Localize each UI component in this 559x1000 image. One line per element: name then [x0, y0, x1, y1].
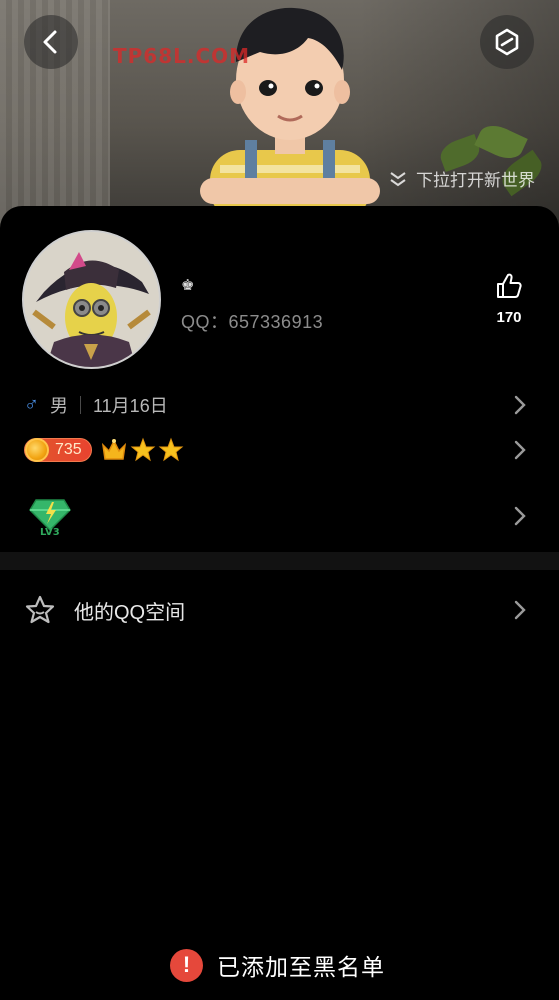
- male-icon: ♂: [24, 393, 39, 416]
- basic-info-row[interactable]: ♂ 男 11月16日: [0, 390, 559, 420]
- exclamation-icon: !: [170, 948, 203, 982]
- section-separator: [0, 552, 559, 570]
- level-icons: [100, 437, 184, 463]
- avatar[interactable]: [22, 230, 161, 369]
- pull-hint-text: 下拉打开新世界: [416, 171, 535, 190]
- back-button[interactable]: [24, 15, 78, 69]
- qzone-label: 他的QQ空间: [74, 601, 186, 624]
- qq-number: QQ：657336913: [181, 312, 324, 332]
- svg-text:LV3: LV3: [40, 527, 60, 536]
- vip-diamond-icon: LV3: [29, 499, 71, 536]
- level-row[interactable]: 735: [0, 435, 559, 465]
- qzone-row[interactable]: 他的QQ空间: [0, 592, 559, 628]
- like-button[interactable]: 170: [488, 272, 530, 326]
- birthday-text: 11月16日: [93, 396, 168, 416]
- coin-icon: [25, 438, 49, 462]
- pull-down-hint[interactable]: 下拉打开新世界: [388, 166, 535, 191]
- star-icon: [130, 437, 156, 462]
- chevron-right-icon: [514, 395, 526, 415]
- toast-text: 已添加至黑名单: [217, 954, 385, 980]
- coin-value: 735: [55, 441, 82, 458]
- thumbs-up-icon: [497, 273, 522, 298]
- profile-sheet: ♚ QQ：657336913 170 ♂ 男 11月16日 735 LV3 他的…: [0, 206, 559, 1000]
- crown-icon: [101, 439, 126, 460]
- watermark-text: TP68L.COM: [113, 44, 251, 68]
- chevron-right-icon: [514, 600, 526, 620]
- double-chevron-down-icon: [390, 171, 406, 186]
- like-count: 170: [496, 309, 522, 326]
- share-button[interactable]: [480, 15, 534, 69]
- chevron-right-icon: [514, 440, 526, 460]
- profile-cover-image[interactable]: TP68L.COM 下拉打开新世界: [0, 0, 559, 230]
- back-arrow-icon: [43, 30, 57, 54]
- star-icon: [158, 437, 184, 462]
- chevron-right-icon: [514, 506, 526, 526]
- vip-row[interactable]: LV3: [0, 494, 559, 538]
- cartoon-boy-illustration: [200, 7, 380, 210]
- crown-small-icon: ♚: [181, 277, 195, 294]
- coin-badge: 735: [24, 438, 92, 462]
- star-outline-icon: [25, 595, 55, 624]
- blacklist-toast: ! 已添加至黑名单: [170, 948, 385, 982]
- share-box-icon: [495, 28, 519, 56]
- gender-text: 男: [50, 396, 68, 416]
- avatar-illustration: [24, 232, 159, 367]
- divider: [80, 396, 81, 414]
